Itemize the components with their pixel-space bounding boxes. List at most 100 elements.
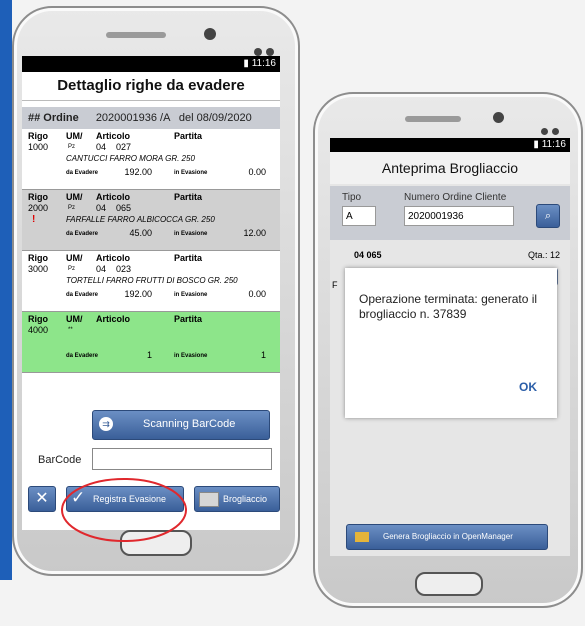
rigo-value: 4000: [28, 325, 49, 335]
col-label-rigo: Rigo: [28, 192, 48, 202]
da-evadere-label: da Evadere: [66, 292, 99, 298]
sensor-icon: [266, 48, 274, 56]
screen-dettaglio: ▮ 11:16 Dettaglio righe da evadere ## Or…: [22, 56, 280, 530]
tipo-label: Tipo: [342, 192, 362, 203]
ok-button[interactable]: OK: [519, 380, 537, 394]
sensor-icon: [552, 128, 559, 135]
in-evasione-label: in Evasione: [174, 170, 208, 176]
da-evadere-label: da Evadere: [66, 231, 99, 237]
col-label-art: Articolo: [96, 131, 131, 141]
da-evadere-label: da Evadere: [66, 353, 99, 359]
brogliaccio-label: Brogliaccio: [223, 494, 268, 504]
col-label-art: Articolo: [96, 314, 131, 324]
description: CANTUCCI FARRO MORA GR. 250: [66, 154, 195, 163]
col-label-art: Articolo: [96, 192, 131, 202]
speaker-grille: [405, 116, 461, 122]
barcode-label: BarCode: [38, 454, 82, 466]
warning-mark: !: [32, 214, 36, 225]
col-label-partita: Partita: [174, 253, 203, 263]
item-code: 04 065: [354, 250, 382, 260]
brogliaccio-button[interactable]: Brogliaccio: [194, 486, 280, 512]
um-value: Pz: [68, 205, 76, 211]
status-bar: ▮ 11:16: [22, 56, 280, 72]
da-evadere-label: da Evadere: [66, 170, 99, 176]
code-value: 023: [116, 264, 132, 274]
in-evasione-value: 12.00: [243, 228, 266, 238]
col-label-partita: Partita: [174, 192, 203, 202]
col-label-partita: Partita: [174, 131, 203, 141]
order-date: del 08/09/2020: [178, 112, 252, 124]
in-evasione-label: in Evasione: [174, 292, 208, 298]
da-evadere-value: 45.00: [129, 228, 152, 238]
red-annotation-circle: [61, 478, 187, 542]
col-label-rigo: Rigo: [28, 131, 48, 141]
col-label-um: UM/: [66, 131, 83, 141]
genera-brogliaccio-label: Genera Brogliaccio in OpenManager: [383, 532, 513, 541]
rigo-value: 3000: [28, 264, 49, 274]
order-label: ## Ordine: [28, 112, 79, 124]
search-icon: ⌕: [544, 210, 552, 222]
dialog-message: Operazione terminata: generato il brogli…: [359, 292, 538, 321]
camera-icon: [493, 112, 504, 123]
numero-ordine-label: Numero Ordine Cliente: [404, 192, 507, 203]
genera-brogliaccio-button[interactable]: Genera Brogliaccio in OpenManager: [346, 524, 548, 550]
qty-value: 04: [96, 142, 107, 152]
table-row[interactable]: Rigo UM/Articolo Partita 4000 ** da Evadere 1 i…: [22, 312, 280, 373]
status-time: 11:16: [251, 58, 276, 69]
order-number: 2020001936 /A: [95, 112, 170, 124]
home-button[interactable]: [415, 572, 483, 596]
table-row[interactable]: Rigo UM/Articolo Partita 2000 Pz 04 065 FARFALL…: [22, 190, 280, 251]
in-evasione-label: in Evasione: [174, 353, 208, 359]
screen-anteprima: ▮ 11:16 Anteprima Brogliaccio Tipo Numer…: [330, 138, 570, 556]
numero-ordine-input[interactable]: [404, 206, 514, 226]
speaker-grille: [106, 32, 166, 38]
barcode-input[interactable]: [92, 448, 272, 470]
in-evasione-value: 0.00: [248, 289, 266, 299]
status-bar: ▮ 11:16: [330, 138, 570, 152]
description: FARFALLE FARRO ALBICOCCA GR. 250: [66, 215, 215, 224]
col-label-art: Articolo: [96, 253, 131, 263]
battery-icon: ▮: [243, 58, 252, 69]
battery-icon: ▮: [533, 139, 542, 150]
um-value: Pz: [68, 266, 76, 272]
rows-list: Rigo UM/Articolo Partita 1000 Pz 04 027 CANTUCC…: [22, 129, 280, 373]
close-icon: ✕: [35, 490, 49, 507]
um-value: **: [68, 327, 73, 333]
scan-barcode-label: Scanning BarCode: [143, 418, 236, 430]
row-prefix: F: [332, 280, 338, 290]
result-dialog: Operazione terminata: generato il brogli…: [345, 268, 557, 418]
rigo-value: 1000: [28, 142, 49, 152]
export-icon: [355, 532, 369, 542]
scan-barcode-button[interactable]: ⇉ Scanning BarCode: [92, 410, 270, 440]
qty-value: 04: [96, 264, 107, 274]
tipo-input[interactable]: [342, 206, 376, 226]
page-title: Anteprima Brogliaccio: [330, 152, 570, 184]
description: TORTELLI FARRO FRUTTI DI BOSCO GR. 250: [66, 276, 238, 285]
col-label-partita: Partita: [174, 314, 203, 324]
search-button[interactable]: ⌕: [536, 204, 560, 228]
qty-value: 04: [96, 203, 107, 213]
page-title: Dettaglio righe da evadere: [22, 72, 280, 101]
da-evadere-value: 192.00: [124, 289, 152, 299]
in-evasione-value: 1: [260, 350, 266, 360]
col-label-um: UM/: [66, 192, 83, 202]
camera-icon: [204, 28, 216, 40]
da-evadere-value: 192.00: [124, 167, 152, 177]
search-panel: Tipo Numero Ordine Cliente ⌕: [330, 186, 570, 240]
sensor-icon: [541, 128, 548, 135]
table-row[interactable]: Rigo UM/Articolo Partita 3000 Pz 04 023 TORTELL…: [22, 251, 280, 312]
in-evasione-label: in Evasione: [174, 231, 208, 237]
barcode-icon: ⇉: [99, 417, 113, 431]
list-icon: [199, 492, 219, 507]
sensor-icon: [254, 48, 262, 56]
table-row[interactable]: Rigo UM/Articolo Partita 1000 Pz 04 027 CANTUCC…: [22, 129, 280, 190]
blue-side-bar: [0, 0, 12, 580]
col-label-rigo: Rigo: [28, 314, 48, 324]
um-value: Pz: [68, 144, 76, 150]
close-button[interactable]: ✕: [28, 486, 56, 512]
rigo-value: 2000: [28, 203, 49, 213]
col-label-um: UM/: [66, 314, 83, 324]
col-label-um: UM/: [66, 253, 83, 263]
da-evadere-value: 1: [146, 350, 152, 360]
status-time: 11:16: [541, 139, 566, 150]
